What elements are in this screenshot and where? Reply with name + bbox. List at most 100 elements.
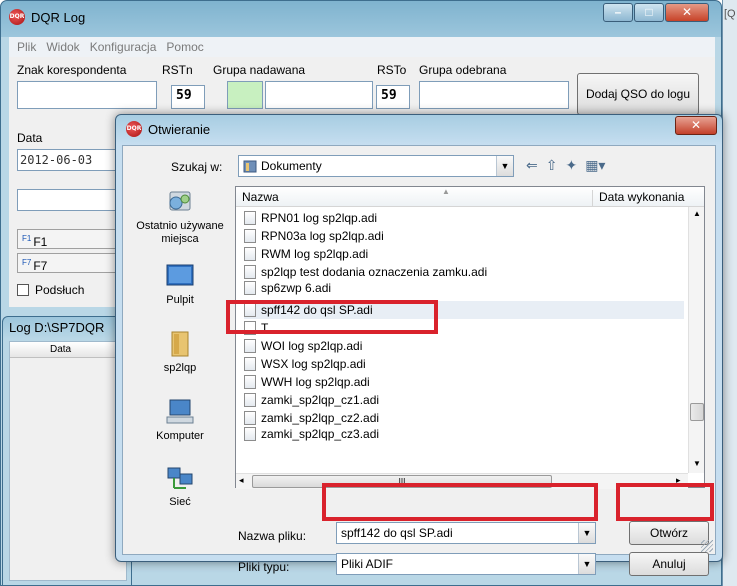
file-row[interactable]: zamki_sp2lqp_cz3.adi [244,427,379,441]
place-computer-label: Komputer [156,430,204,442]
chevron-down-icon[interactable]: ▼ [496,156,513,176]
f1-label: F1 [33,235,48,249]
file-row[interactable]: WOI log sp2lqp.adi [244,337,362,355]
dialog-app-icon: DQR [126,121,142,137]
sort-arrow-icon: ▲ [442,187,450,196]
look-in-dropdown[interactable]: Dokumenty ▼ [238,155,514,177]
rst-received-input[interactable]: 59 [376,85,410,109]
place-recent-label: Ostatnio używane miejsca [136,220,224,245]
highlight-filename-field [322,483,598,521]
highlight-selected-file [226,300,438,334]
rst-sent-input[interactable]: 59 [171,85,205,109]
menu-help[interactable]: Pomoc [166,40,203,54]
menu-view[interactable]: Widok [46,40,79,54]
scroll-up-icon[interactable]: ▲ [693,209,701,218]
main-title-text: DQR Log [31,9,86,25]
file-row[interactable]: RPN03a log sp2lqp.adi [244,227,384,245]
file-row[interactable]: zamki_sp2lqp_cz1.adi [244,391,379,409]
file-icon [244,265,256,279]
menu-config[interactable]: Konfiguracja [90,40,157,54]
callsign-label: Znak korespondenta [17,63,127,77]
listen-checkbox-row[interactable]: Podsłuch [17,283,84,297]
group-sent-label: Grupa nadawana [213,63,306,77]
close-button[interactable]: ✕ [665,3,709,22]
resize-grip-icon[interactable] [701,540,713,552]
look-in-label: Szukaj w: [171,160,223,174]
file-icon [244,411,256,425]
scroll-down-icon[interactable]: ▼ [693,459,701,468]
back-arrow-icon[interactable]: ⇐ [526,157,538,174]
place-network[interactable]: Sieć [127,464,233,509]
file-row[interactable]: RPN01 log sp2lqp.adi [244,209,377,227]
user-folder-icon [171,331,189,357]
new-folder-icon[interactable]: ✦ [565,157,577,174]
file-name: RWM log sp2lqp.adi [261,247,369,261]
desktop-icon [166,264,194,286]
menu-file[interactable]: Plik [17,40,36,54]
callsign-input[interactable] [17,81,157,109]
group-sent-indicator [227,81,263,109]
date-input[interactable]: 2012-06-03 [17,149,121,171]
main-window-title: DQR DQR Log [9,9,85,25]
dialog-close-button[interactable]: ✕ [675,116,717,135]
log-table[interactable]: Data [9,341,127,581]
chevron-down-icon[interactable]: ▼ [578,554,595,574]
f7-key-hint: F7 [22,258,32,267]
file-name: sp6zwp 6.adi [261,281,332,295]
column-date-modified[interactable]: Data wykonania [592,190,684,206]
dialog-toolbar: ⇐ ⇧ ✦ ▦▾ [526,157,605,174]
file-name: WSX log sp2lqp.adi [261,357,366,371]
f7-button[interactable]: F7 F7 [17,253,121,273]
log-table-header: Data [10,342,126,358]
file-row[interactable]: RWM log sp2lqp.adi [244,245,368,263]
filename-value: spff142 do qsl SP.adi [341,526,453,540]
group-received-input[interactable] [419,81,569,109]
view-menu-icon[interactable]: ▦▾ [585,157,605,174]
scroll-left-icon[interactable]: ◂ [239,475,244,486]
maximize-button[interactable]: □ [634,3,664,22]
group-sent-input[interactable] [265,81,373,109]
highlight-open-button [616,483,714,521]
place-desktop-label: Pulpit [166,294,194,306]
f1-button[interactable]: F1 F1 [17,229,121,249]
place-computer[interactable]: Komputer [127,398,233,443]
column-name[interactable]: Nazwa [242,190,279,204]
file-row[interactable]: zamki_sp2lqp_cz2.adi [244,409,379,427]
computer-icon [166,399,194,424]
file-row[interactable]: sp2lqp test dodania oznaczenia zamku.adi [244,263,487,281]
file-icon [244,281,256,295]
filetype-label: Pliki typu: [238,560,290,574]
listen-checkbox[interactable] [17,284,29,296]
file-list-header: ▲ Nazwa Data wykonania [236,187,704,207]
file-icon [244,357,256,371]
filetype-value: Pliki ADIF [341,557,394,571]
dialog-title-text: Otwieranie [148,121,211,137]
group-received-label: Grupa odebrana [419,63,507,77]
extra-input[interactable] [17,189,121,211]
f1-key-hint: F1 [22,234,32,243]
log-column-date[interactable]: Data [50,342,71,358]
filetype-select[interactable]: Pliki ADIF ▼ [336,553,596,575]
menu-bar: Plik Widok Konfiguracja Pomoc [9,37,715,57]
place-desktop[interactable]: Pulpit [127,262,233,307]
add-qso-button[interactable]: Dodaj QSO do logu [577,73,699,115]
rst-sent-label: RSTn [162,63,193,77]
filename-input[interactable]: spff142 do qsl SP.adi ▼ [336,522,596,544]
log-window: Log D:\SP7DQR Data [2,316,132,586]
background-window-title: [Q [724,8,736,20]
recent-places-icon [169,191,191,211]
vertical-scroll-thumb[interactable] [690,403,704,421]
cancel-button[interactable]: Anuluj [629,552,709,576]
chevron-down-icon[interactable]: ▼ [578,523,595,543]
window-controls: – □ ✕ [603,3,709,22]
minimize-button[interactable]: – [603,3,633,22]
up-folder-icon[interactable]: ⇧ [546,157,558,174]
file-row[interactable]: sp6zwp 6.adi [244,281,331,295]
vertical-scrollbar[interactable]: ▲ ▼ [688,207,704,473]
file-row[interactable]: WWH log sp2lqp.adi [244,373,370,391]
filename-label: Nazwa pliku: [238,529,307,543]
place-user[interactable]: sp2lqp [127,330,233,375]
open-button[interactable]: Otwórz [629,521,709,545]
place-recent[interactable]: Ostatnio używane miejsca [127,188,233,246]
file-row[interactable]: WSX log sp2lqp.adi [244,355,366,373]
